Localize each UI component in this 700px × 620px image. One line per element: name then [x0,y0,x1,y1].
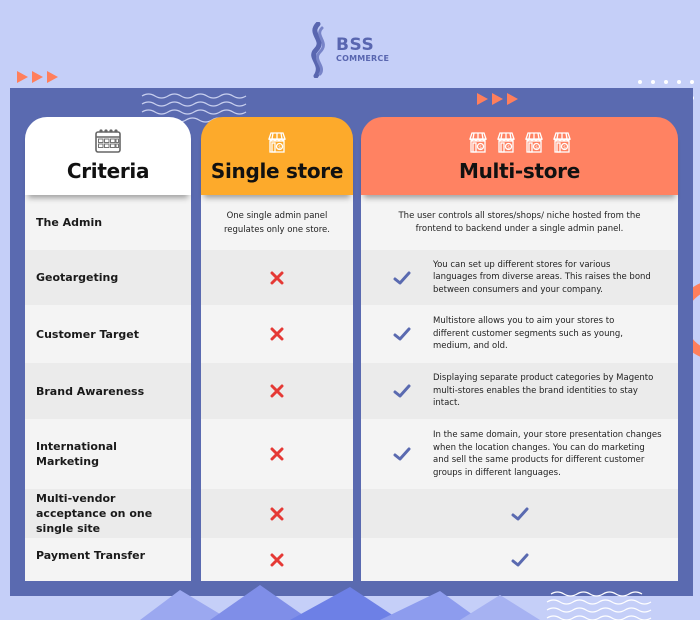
store-icon: $ [524,132,543,153]
criteria-row: Customer Target [25,305,191,363]
store-icon: $ [552,132,571,153]
criteria-label: Geotargeting [36,271,119,284]
brand-logo: BSS COMMERCE [304,22,389,78]
criteria-label: Multi-vendor acceptance on one single si… [36,492,153,535]
multi-store-cell: Displaying separate product categories b… [361,363,678,419]
criteria-row: Multi-vendor acceptance on one single si… [25,489,191,538]
criteria-header: Criteria [25,117,191,195]
single-store-cell: One single admin panel regulates only on… [201,195,353,250]
criteria-label: Customer Target [36,327,139,341]
multi-store-cell: Multistore allows you to aim your stores… [361,305,678,363]
criteria-label: The Admin [36,216,103,229]
check-icon [393,384,411,398]
cell-text: The user controls all stores/shops/ nich… [398,211,641,234]
multi-store-column: $ $ $ $ Multi-store The user controls all s… [361,117,678,581]
check-icon [393,271,411,284]
calendar-icon [95,129,121,153]
criteria-label: International Marketing [36,440,117,468]
criteria-column: Criteria The Admin Geotargeting Customer… [25,117,191,581]
arrows-decoration [17,71,58,83]
criteria-row: Geotargeting [25,250,191,305]
brand-subname: COMMERCE [336,54,390,63]
cross-icon [270,553,284,566]
logo-mark-icon [311,22,325,78]
multi-store-cell: In the same domain, your store presentat… [361,419,678,489]
check-icon [511,507,528,520]
single-store-column: $ Single store One single admin panel re… [201,117,353,581]
multi-store-cell [361,489,678,538]
multi-store-cell: The user controls all stores/shops/ nich… [361,195,678,250]
store-icon: $ [268,132,286,153]
single-store-cell [201,250,353,305]
store-icon: $ [468,132,487,153]
single-store-title: Single store [210,159,344,183]
svg-text:$: $ [535,144,538,150]
store-icon: $ [496,132,515,153]
svg-text:$: $ [507,144,510,150]
criteria-row: International Marketing [25,419,191,489]
multi-store-header: $ $ $ $ Multi-store [361,117,678,195]
arrows-decoration [477,93,518,105]
multi-store-title: Multi-store [458,159,581,183]
single-store-cell [201,419,353,489]
cell-text: Displaying separate product categories b… [433,373,654,409]
polygon-decoration [140,585,540,620]
cross-icon [270,271,284,284]
cross-icon [270,384,284,398]
cell-text: One single admin panel regulates only on… [224,210,330,235]
single-store-cell [201,538,353,581]
single-store-header: $ Single store [201,117,353,195]
multi-store-cell: You can set up different stores for vari… [361,250,678,305]
svg-text:$: $ [278,144,281,150]
store-icons-group: $ $ $ $ [467,131,573,153]
cross-icon [270,507,284,520]
check-icon [393,447,411,461]
brand-name: BSS [336,35,375,55]
criteria-row: Payment Transfer [25,538,191,581]
check-icon [511,553,528,566]
single-store-cell [201,489,353,538]
criteria-label: Payment Transfer [36,549,146,562]
cell-text: In the same domain, your store presentat… [433,430,662,478]
cell-text: Multistore allows you to aim your stores… [433,316,623,352]
criteria-label: Brand Awareness [36,384,145,398]
svg-text:$: $ [479,144,482,150]
single-store-cell [201,363,353,419]
criteria-title: Criteria [66,159,150,183]
cross-icon [270,447,284,461]
criteria-row: Brand Awareness [25,363,191,419]
svg-text:$: $ [563,144,566,150]
criteria-row: The Admin [25,195,191,250]
multi-store-cell [361,538,678,581]
waves-decoration [546,591,652,620]
cell-text: You can set up different stores for vari… [433,259,651,295]
cross-icon [270,327,284,341]
check-icon [393,327,411,341]
single-store-cell [201,305,353,363]
